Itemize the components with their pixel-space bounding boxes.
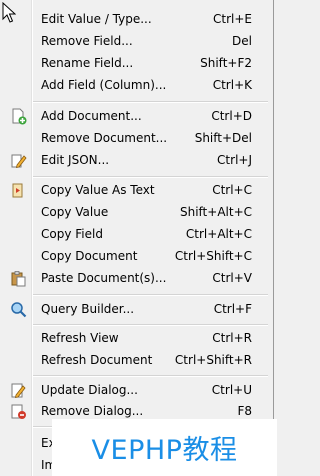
paste-icon (11, 271, 26, 287)
menu-item-shortcut: F8 (237, 404, 252, 418)
menu-item-label: Edit Value / Type... (41, 12, 152, 26)
menu-item-copy-document[interactable]: Copy Document Ctrl+Shift+C (0, 245, 268, 267)
menu-item-shortcut: Shift+Alt+C (179, 205, 252, 219)
remove-dialog-icon (11, 404, 26, 419)
menu-item-remove-document[interactable]: Remove Document... Shift+Del (0, 127, 268, 149)
menu-item-label: Update Dialog... (41, 383, 138, 397)
watermark-overlay: VEPHP教程 (52, 419, 277, 476)
magnifier-icon (11, 302, 27, 318)
menu-item-refresh-document[interactable]: Refresh Document Ctrl+Shift+R (0, 349, 268, 371)
menu-item-label: Refresh View (41, 331, 119, 345)
menu-item-shortcut: Del (232, 34, 252, 48)
menu-item-label: Remove Document... (41, 131, 168, 145)
edit-json-icon (11, 154, 27, 169)
menu-item-shortcut: Ctrl+F (213, 302, 252, 316)
menu-item-shortcut: Shift+Del (194, 131, 252, 145)
context-menu: Edit Value / Type... Ctrl+E Remove Field… (0, 0, 274, 476)
menu-item-shortcut: Ctrl+C (212, 183, 252, 197)
menu-item-label: Add Document... (41, 109, 142, 123)
menu-item-copy-field[interactable]: Copy Field Ctrl+Alt+C (0, 223, 268, 245)
menu-item-shortcut: Ctrl+D (211, 109, 252, 123)
menu-item-label: Copy Value As Text (41, 183, 155, 197)
menu-item-label: Copy Value (41, 205, 109, 219)
menu-item-label: Rename Field... (41, 56, 134, 70)
menu-item-shortcut: Ctrl+E (213, 12, 252, 26)
menu-separator (33, 294, 268, 296)
menu-separator (33, 375, 268, 377)
menu-item-update-dialog[interactable]: Update Dialog... Ctrl+U (0, 379, 268, 401)
menu-item-label: Add Field (Column)... (41, 78, 167, 92)
menu-item-label: Copy Field (41, 227, 103, 241)
menu-item-paste-documents[interactable]: Paste Document(s)... Ctrl+V (0, 267, 268, 289)
menu-item-shortcut: Ctrl+K (212, 78, 252, 92)
menu-item-shortcut: Ctrl+U (211, 383, 252, 397)
menu-item-label: Refresh Document (41, 353, 153, 367)
add-document-icon (12, 108, 27, 125)
menu-separator (33, 324, 268, 326)
menu-item-edit-value[interactable]: Edit Value / Type... Ctrl+E (0, 8, 268, 30)
update-dialog-icon (11, 383, 26, 399)
menu-item-rename-field[interactable]: Rename Field... Shift+F2 (0, 52, 268, 74)
menu-item-shortcut: Ctrl+V (212, 271, 252, 285)
menu-item-query-builder[interactable]: Query Builder... Ctrl+F (0, 298, 268, 320)
menu-item-copy-value-as-text[interactable]: Copy Value As Text Ctrl+C (0, 179, 268, 201)
menu-item-label: Paste Document(s)... (41, 271, 167, 285)
menu-item-edit-json[interactable]: Edit JSON... Ctrl+J (0, 149, 268, 171)
menu-separator (33, 176, 268, 178)
copy-text-icon (12, 183, 23, 198)
menu-item-copy-value[interactable]: Copy Value Shift+Alt+C (0, 201, 268, 223)
menu-item-label: Copy Document (41, 249, 138, 263)
menu-item-shortcut: Ctrl+Shift+R (174, 353, 252, 367)
menu-item-shortcut: Ctrl+Alt+C (185, 227, 252, 241)
menu-item-label: Remove Field... (41, 34, 133, 48)
menu-item-label: Query Builder... (41, 302, 135, 316)
menu-separator (33, 101, 268, 103)
menu-item-shortcut: Ctrl+Shift+C (174, 249, 252, 263)
menu-item-shortcut: Ctrl+R (212, 331, 252, 345)
menu-item-shortcut: Shift+F2 (200, 56, 252, 70)
menu-item-remove-field[interactable]: Remove Field... Del (0, 30, 268, 52)
watermark-text: VEPHP教程 (91, 435, 238, 466)
menu-item-add-field[interactable]: Add Field (Column)... Ctrl+K (0, 74, 268, 96)
menu-item-add-document[interactable]: Add Document... Ctrl+D (0, 105, 268, 127)
menu-item-label: Edit JSON... (41, 153, 110, 167)
menu-item-label: Remove Dialog... (41, 404, 144, 418)
menu-item-refresh-view[interactable]: Refresh View Ctrl+R (0, 327, 268, 349)
menu-item-shortcut: Ctrl+J (217, 153, 252, 167)
